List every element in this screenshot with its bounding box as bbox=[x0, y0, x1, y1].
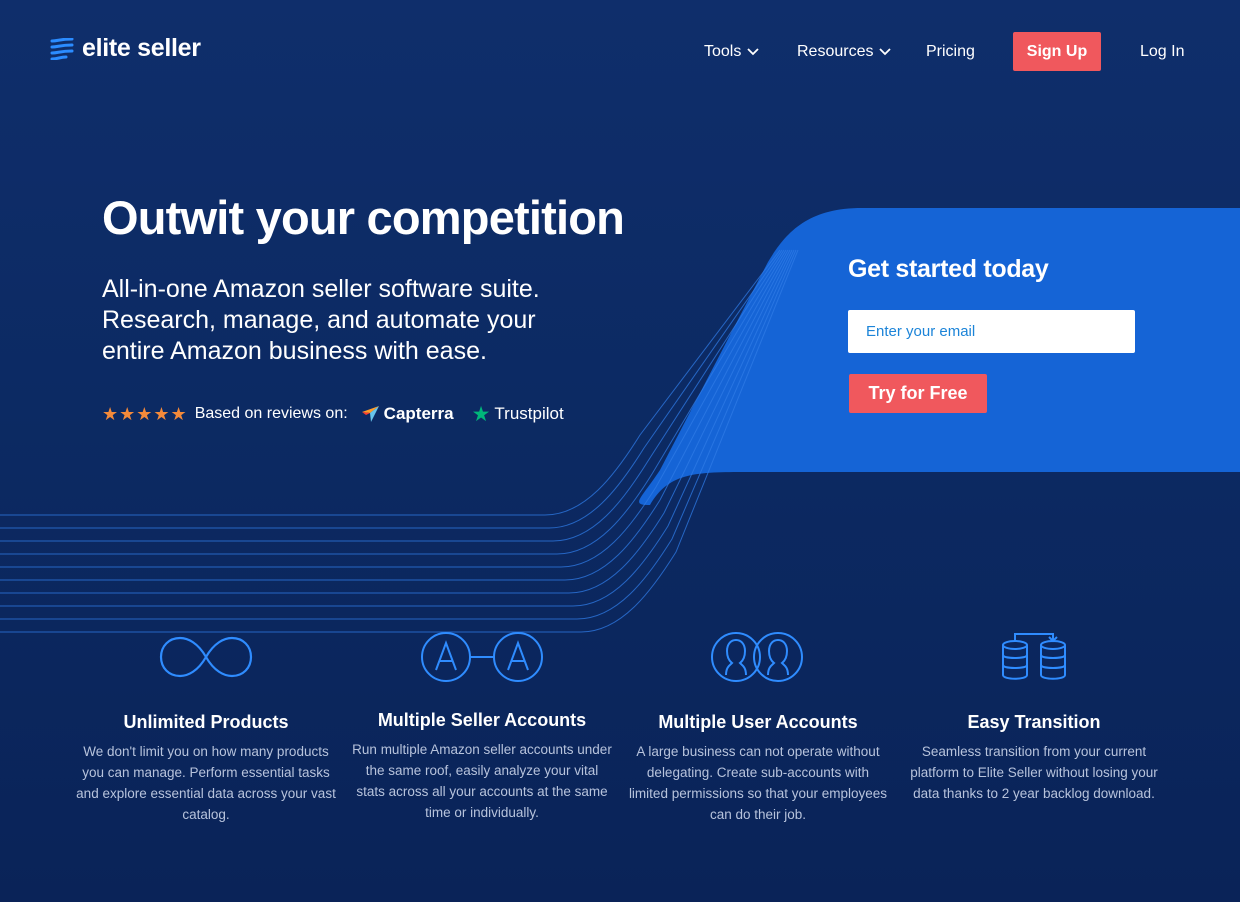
try-for-free-button[interactable]: Try for Free bbox=[849, 374, 987, 413]
feature-title: Multiple User Accounts bbox=[658, 712, 858, 732]
trustpilot-label: Trustpilot bbox=[494, 404, 564, 423]
capterra-label: Capterra bbox=[383, 404, 454, 423]
feature-title: Multiple Seller Accounts bbox=[377, 710, 587, 730]
feature-easy-transition: Easy Transition Seamless transition from… bbox=[904, 626, 1164, 804]
nav-tools[interactable]: Tools bbox=[704, 32, 759, 72]
chevron-down-icon bbox=[879, 48, 892, 56]
nav-tools-label: Tools bbox=[704, 43, 742, 60]
seller-accounts-icon bbox=[421, 632, 543, 682]
trustpilot-logo[interactable]: ★ Trustpilot bbox=[472, 402, 564, 427]
feature-text: Run multiple Amazon seller accounts unde… bbox=[352, 742, 612, 820]
signup-card-title: Get started today bbox=[848, 255, 1049, 283]
feature-text: Seamless transition from your current pl… bbox=[910, 744, 1158, 801]
signup-button[interactable]: Sign Up bbox=[1013, 32, 1101, 71]
rating-stars-icon: ★★★★★ bbox=[102, 403, 188, 424]
feature-title: Easy Transition bbox=[967, 712, 1101, 732]
email-input[interactable] bbox=[848, 310, 1135, 353]
capterra-arrow-icon bbox=[361, 406, 379, 422]
reviews-label: Based on reviews on: bbox=[194, 405, 348, 422]
feature-text: We don't limit you on how many products … bbox=[76, 744, 336, 822]
hero-title: Outwit your competition bbox=[102, 191, 625, 244]
infinity-icon bbox=[159, 636, 253, 678]
feature-multiple-seller-accounts: Multiple Seller Accounts Run multiple Am… bbox=[352, 626, 612, 823]
hero-subtitle: All-in-one Amazon seller software suite.… bbox=[102, 275, 540, 365]
users-icon bbox=[711, 632, 803, 682]
feature-title: Unlimited Products bbox=[123, 712, 289, 732]
trustpilot-star-icon: ★ bbox=[471, 402, 491, 426]
nav-pricing[interactable]: Pricing bbox=[926, 32, 975, 72]
main-nav: Tools Resources Pricing Sign Up Log In bbox=[0, 32, 1240, 72]
chevron-down-icon bbox=[747, 48, 759, 56]
login-link[interactable]: Log In bbox=[1140, 32, 1184, 72]
feature-multiple-user-accounts: Multiple User Accounts A large business … bbox=[628, 626, 888, 825]
database-transfer-icon bbox=[1002, 633, 1066, 680]
nav-resources[interactable]: Resources bbox=[797, 32, 892, 72]
feature-unlimited-products: Unlimited Products We don't limit you on… bbox=[76, 626, 336, 825]
nav-resources-label: Resources bbox=[797, 43, 874, 60]
reviews-bar: ★★★★★ Based on reviews on: Capterra ★ Tr… bbox=[102, 400, 564, 428]
feature-text: A large business can not operate without… bbox=[628, 744, 888, 822]
capterra-logo[interactable]: Capterra bbox=[361, 404, 454, 424]
